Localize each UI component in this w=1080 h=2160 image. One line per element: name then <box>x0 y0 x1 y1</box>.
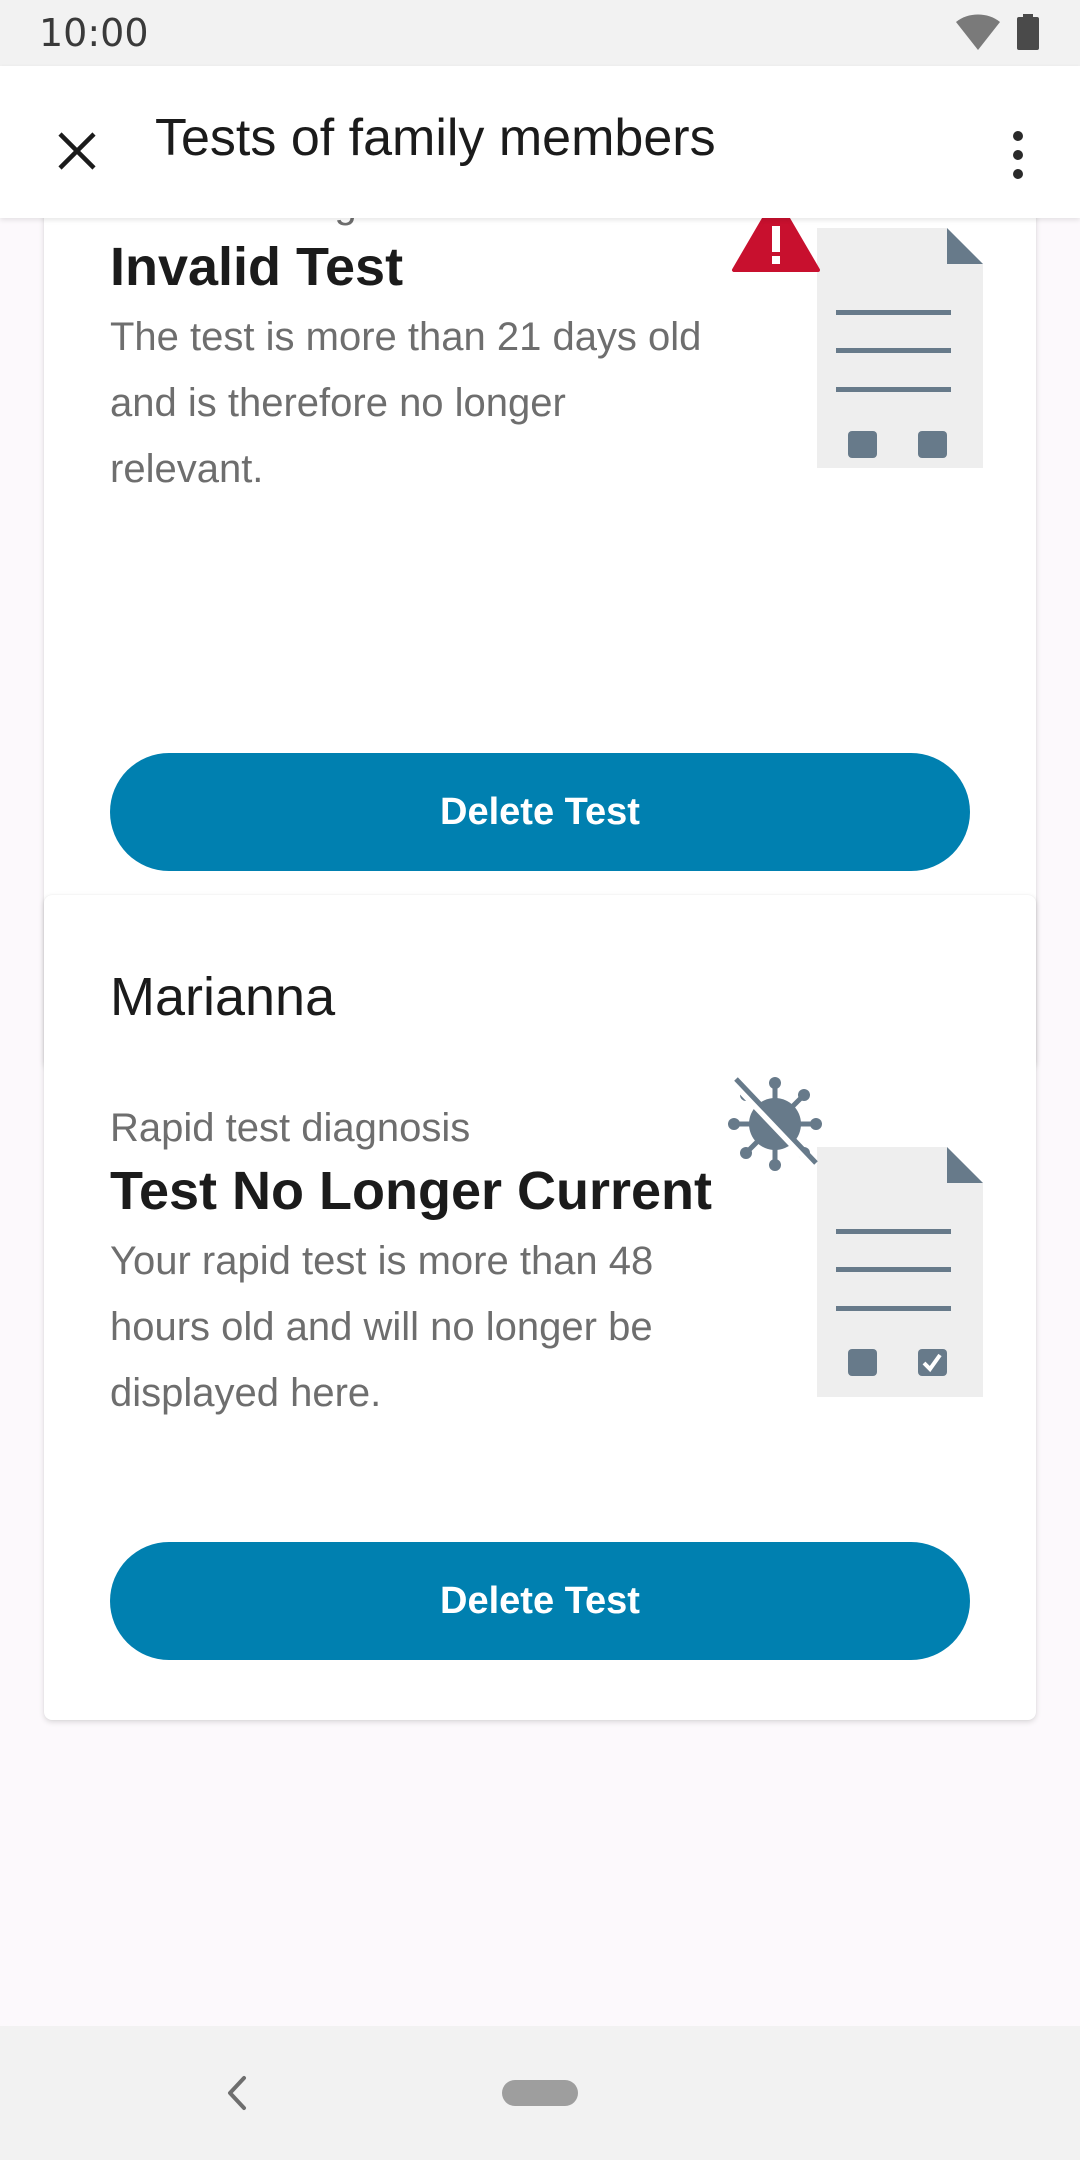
delete-test-button[interactable]: Delete Test <box>110 1542 970 1660</box>
test-card: Marianna Rapid test diagnosis Test No Lo… <box>44 895 1036 1720</box>
expired-test-document-virus-icon <box>728 1077 983 1397</box>
app-bar: Tests of family members <box>0 66 1080 218</box>
close-button[interactable] <box>38 112 116 190</box>
wifi-icon <box>956 14 1000 50</box>
member-name: Marianna <box>110 967 336 1027</box>
status-time: 10:00 <box>39 11 149 55</box>
page-title: Tests of family members <box>155 109 716 167</box>
home-pill[interactable] <box>502 2080 578 2106</box>
back-icon[interactable] <box>216 2070 256 2116</box>
result-title: Test No Longer Current <box>110 1161 713 1221</box>
battery-icon <box>1017 14 1039 50</box>
invalid-test-document-warning-icon <box>732 218 983 468</box>
more-vert-icon-dot <box>1013 150 1023 160</box>
delete-test-button[interactable]: Delete Test <box>110 753 970 871</box>
result-description: The test is more than 21 days old and is… <box>110 315 702 491</box>
test-list[interactable]: PCR test diagnosis Invalid Test The test… <box>0 218 1080 2026</box>
result-title: Invalid Test <box>110 237 404 297</box>
navigation-bar <box>0 2026 1080 2160</box>
more-options-button[interactable] <box>990 112 1046 198</box>
close-icon <box>58 132 96 170</box>
status-bar: 10:00 <box>0 0 1080 66</box>
more-vert-icon-dot <box>1013 169 1023 179</box>
result-description: Your rapid test is more than 48 hours ol… <box>110 1239 654 1415</box>
diagnosis-label: PCR test diagnosis <box>110 218 450 229</box>
more-vert-icon-dot <box>1013 131 1023 141</box>
diagnosis-label: Rapid test diagnosis <box>110 1106 471 1150</box>
